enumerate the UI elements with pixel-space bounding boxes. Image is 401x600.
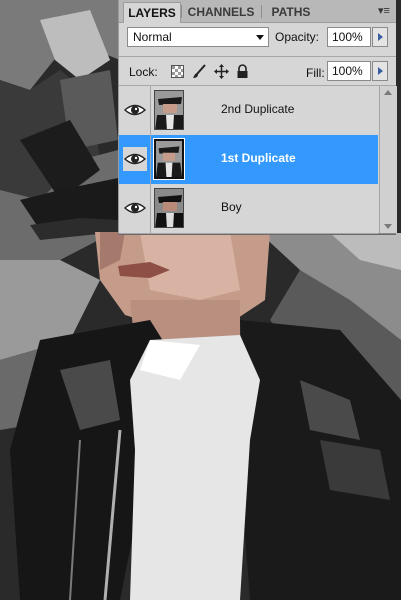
checkerboard-lock-icon[interactable] xyxy=(171,65,184,78)
tab-divider xyxy=(261,5,262,18)
eye-icon[interactable] xyxy=(123,98,147,122)
scroll-up-icon[interactable] xyxy=(384,90,392,95)
layer-name: 2nd Duplicate xyxy=(221,102,295,116)
move-lock-icon[interactable] xyxy=(214,64,229,79)
fill-input[interactable]: 100% xyxy=(327,61,371,81)
lock-label: Lock: xyxy=(129,65,158,79)
fill-label: Fill: xyxy=(306,66,325,80)
layer-name: Boy xyxy=(221,200,242,214)
layer-row-2nd-duplicate[interactable]: 2nd Duplicate xyxy=(119,86,378,136)
divider xyxy=(150,184,151,233)
chevron-down-icon xyxy=(256,35,264,40)
brush-lock-icon[interactable] xyxy=(192,64,207,79)
opacity-input[interactable]: 100% xyxy=(327,27,371,47)
opacity-label: Opacity: xyxy=(275,30,320,44)
eye-icon[interactable] xyxy=(123,196,147,220)
blend-opacity-row: Normal Opacity: 100% xyxy=(119,23,396,51)
layers-scrollbar[interactable] xyxy=(379,86,397,233)
tab-paths[interactable]: PATHS xyxy=(263,2,319,22)
blend-mode-value: Normal xyxy=(133,30,172,44)
tab-layers[interactable]: LAYERS xyxy=(123,2,181,23)
layer-row-1st-duplicate[interactable]: 1st Duplicate xyxy=(119,135,378,185)
blend-mode-select[interactable]: Normal xyxy=(127,27,269,47)
layer-row-boy[interactable]: Boy xyxy=(119,184,378,234)
scroll-down-icon[interactable] xyxy=(384,224,392,229)
tab-divider xyxy=(181,5,182,18)
fill-slider-button[interactable] xyxy=(372,61,388,81)
divider xyxy=(150,135,151,184)
layer-thumbnail xyxy=(154,188,184,228)
layer-thumbnail xyxy=(153,138,185,180)
divider xyxy=(119,56,396,57)
opacity-slider-button[interactable] xyxy=(372,27,388,47)
tab-channels[interactable]: CHANNELS xyxy=(183,2,259,22)
panel-tab-bar: LAYERS CHANNELS PATHS ▾≡ xyxy=(119,0,396,23)
layer-thumbnail xyxy=(154,90,184,130)
panel-menu-icon[interactable]: ▾≡ xyxy=(376,3,392,19)
layer-name: 1st Duplicate xyxy=(221,151,296,165)
padlock-icon[interactable] xyxy=(236,64,249,79)
layers-panel: LAYERS CHANNELS PATHS ▾≡ Normal Opacity:… xyxy=(118,0,397,234)
divider xyxy=(150,86,151,135)
eye-icon[interactable] xyxy=(123,147,147,171)
